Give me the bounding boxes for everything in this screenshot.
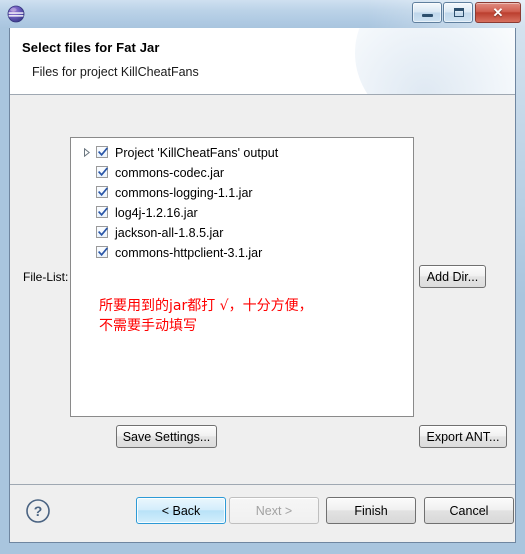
file-checkbox[interactable]	[96, 246, 108, 258]
file-list-label: File-List:	[23, 270, 69, 284]
add-dir-button[interactable]: Add Dir...	[419, 265, 486, 288]
maximize-button[interactable]	[443, 2, 473, 23]
file-list-item-label: log4j-1.2.16.jar	[115, 206, 198, 220]
export-ant-button[interactable]: Export ANT...	[419, 425, 507, 448]
file-checkbox[interactable]	[96, 186, 108, 198]
file-list-box[interactable]: Project 'KillCheatFans' output commons-co…	[70, 137, 414, 417]
close-button[interactable]: ✕	[475, 2, 521, 23]
file-checkbox[interactable]	[96, 206, 108, 218]
file-checkbox[interactable]	[96, 226, 108, 238]
title-bar[interactable]: ✕	[0, 0, 525, 28]
page-subtitle: Files for project KillCheatFans	[32, 65, 199, 79]
file-list-item[interactable]: Project 'KillCheatFans' output	[71, 143, 413, 163]
next-button: Next >	[229, 497, 319, 524]
finish-button[interactable]: Finish	[326, 497, 416, 524]
cancel-button[interactable]: Cancel	[424, 497, 514, 524]
back-button[interactable]: < Back	[136, 497, 226, 524]
file-list-item-label: jackson-all-1.8.5.jar	[115, 226, 224, 240]
wizard-header: Select files for Fat Jar Files for proje…	[10, 28, 515, 95]
file-list-item-label: Project 'KillCheatFans' output	[115, 146, 279, 160]
minimize-button[interactable]	[412, 2, 442, 23]
window-controls: ✕	[411, 2, 521, 24]
wizard-footer: ? < Back Next > Finish Cancel	[10, 484, 515, 541]
wizard-body: File-List: Project 'KillCheatFans' outpu…	[10, 95, 515, 484]
svg-text:?: ?	[34, 503, 43, 519]
expand-arrow-icon[interactable]	[83, 143, 96, 163]
file-list-item[interactable]: jackson-all-1.8.5.jar	[71, 223, 413, 243]
page-title: Select files for Fat Jar	[22, 40, 160, 55]
file-list-item[interactable]: commons-codec.jar	[71, 163, 413, 183]
annotation-text: 所要用到的jar都打 √，十分方便， 不需要手动填写	[99, 298, 313, 334]
eclipse-globe-icon	[7, 5, 25, 23]
fat-jar-wizard-window: ✕ Select files for Fat Jar Files for pro…	[0, 0, 525, 554]
file-list-item[interactable]: commons-httpclient-3.1.jar	[71, 243, 413, 263]
file-list-item-label: commons-codec.jar	[115, 166, 225, 180]
help-icon[interactable]: ?	[25, 498, 51, 524]
file-list-item-label: commons-logging-1.1.jar	[115, 186, 253, 200]
file-list-item-label: commons-httpclient-3.1.jar	[115, 246, 263, 260]
file-list-item[interactable]: commons-logging-1.1.jar	[71, 183, 413, 203]
file-checkbox[interactable]	[96, 146, 108, 158]
minimize-icon	[422, 14, 433, 17]
file-checkbox[interactable]	[96, 166, 108, 178]
file-list-item[interactable]: log4j-1.2.16.jar	[71, 203, 413, 223]
dialog-client-area: Select files for Fat Jar Files for proje…	[9, 28, 516, 543]
close-icon: ✕	[492, 5, 504, 20]
maximize-icon	[454, 8, 464, 17]
save-settings-button[interactable]: Save Settings...	[116, 425, 217, 448]
file-list-rows: Project 'KillCheatFans' output commons-co…	[71, 143, 413, 263]
